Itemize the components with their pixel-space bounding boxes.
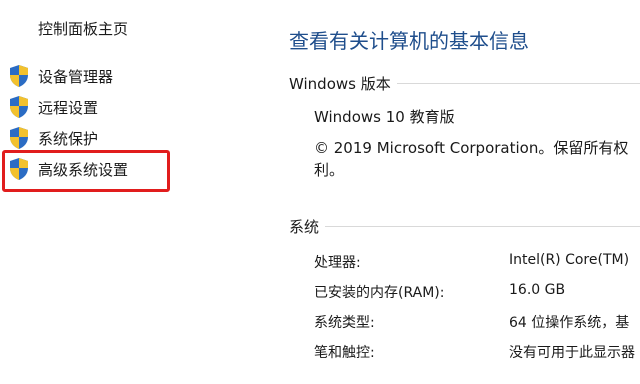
page-title: 查看有关计算机的基本信息 <box>289 29 529 53</box>
system-info-key: 系统类型: <box>314 315 375 331</box>
section-header-label: Windows 版本 <box>289 75 391 93</box>
system-info-value: Intel(R) Core(TM) <box>509 252 630 268</box>
sidebar-item-system-protection[interactable]: 系统保护 <box>8 125 98 151</box>
sidebar-item-remote-settings[interactable]: 远程设置 <box>8 94 98 120</box>
system-info-key: 处理器: <box>314 255 361 271</box>
section-divider <box>325 226 640 227</box>
control-panel-home-link[interactable]: 控制面板主页 <box>38 18 128 39</box>
system-info-row-ram: 已安装的内存(RAM): 16.0 GB <box>314 282 640 304</box>
system-control-panel-window: 控制面板主页 设备管理器 远程设置 系统保护 高级系统设置 查看有关计算机的基本… <box>0 0 640 384</box>
sidebar-item-label: 设备管理器 <box>38 67 114 86</box>
shield-icon <box>8 126 30 150</box>
main-content: 查看有关计算机的基本信息 Windows 版本 Windows 10 教育版 ©… <box>268 0 640 384</box>
system-info-row-system-type: 系统类型: 64 位操作系统，基 <box>314 312 640 334</box>
windows-edition-value: Windows 10 教育版 <box>314 108 455 126</box>
system-info-row-processor: 处理器: Intel(R) Core(TM) <box>314 252 640 274</box>
system-info-key: 笔和触控: <box>314 345 375 361</box>
highlight-annotation-box <box>2 150 170 192</box>
sidebar: 控制面板主页 设备管理器 远程设置 系统保护 高级系统设置 <box>0 0 268 384</box>
system-info-row-pen-touch: 笔和触控: 没有可用于此显示器 <box>314 342 640 364</box>
system-info-value: 64 位操作系统，基 <box>509 315 630 331</box>
sidebar-item-label: 系统保护 <box>38 129 99 148</box>
section-divider <box>396 83 640 84</box>
system-section-header: 系统 <box>289 216 640 237</box>
system-info-key: 已安装的内存(RAM): <box>314 285 445 301</box>
system-info-value: 16.0 GB <box>509 282 566 298</box>
shield-icon <box>8 64 30 88</box>
shield-icon <box>8 95 30 119</box>
windows-edition-section-header: Windows 版本 <box>289 73 640 94</box>
sidebar-item-label: 远程设置 <box>38 98 99 117</box>
sidebar-item-device-manager[interactable]: 设备管理器 <box>8 63 113 89</box>
system-info-value: 没有可用于此显示器 <box>509 345 635 361</box>
section-header-label: 系统 <box>289 218 320 236</box>
copyright-text: © 2019 Microsoft Corporation。保留所有权利。 <box>314 139 629 179</box>
